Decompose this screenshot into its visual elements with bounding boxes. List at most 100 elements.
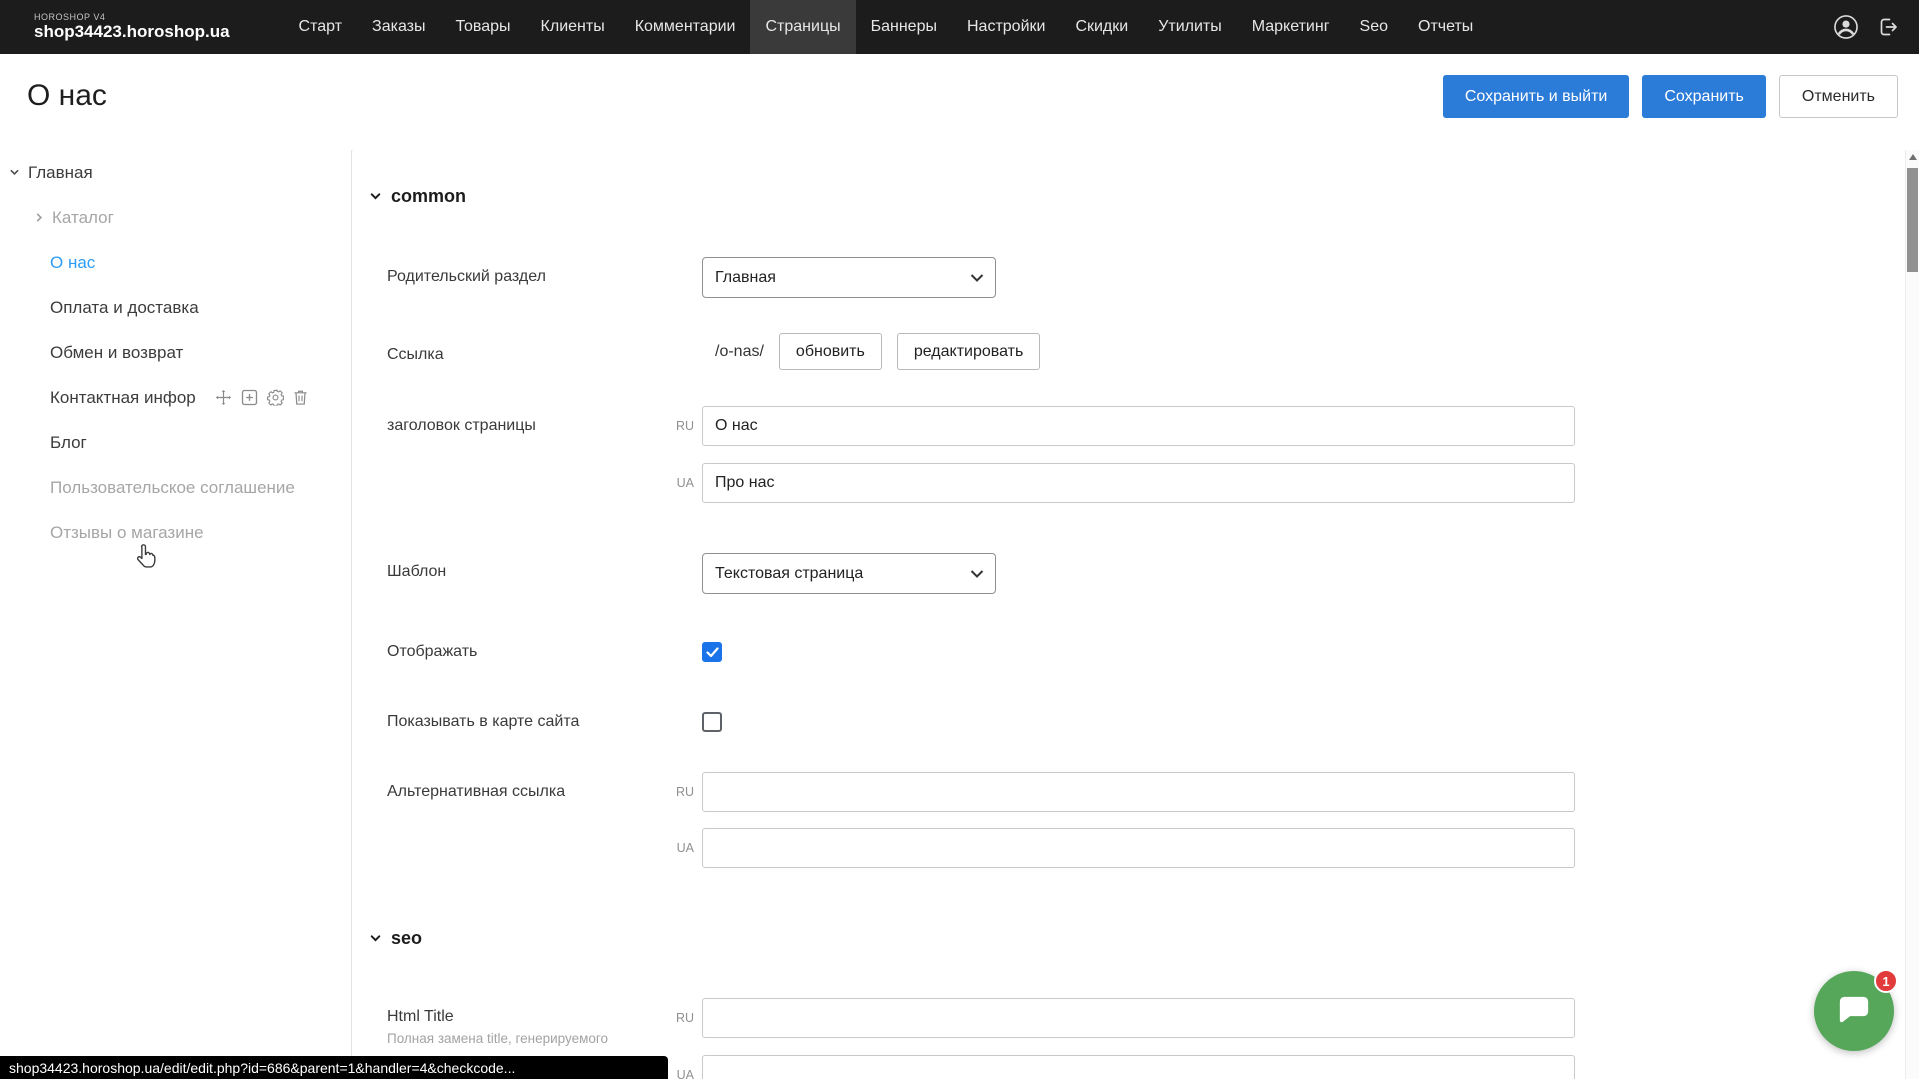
nav-settings[interactable]: Настройки (952, 0, 1060, 54)
lang-ru-badge: RU (653, 419, 694, 433)
header-actions: Сохранить и выйти Сохранить Отменить (1443, 75, 1898, 118)
nav-utilities[interactable]: Утилиты (1143, 0, 1237, 54)
nav-products[interactable]: Товары (441, 0, 526, 54)
html-title-ua-input[interactable] (702, 1055, 1575, 1079)
nav-reports[interactable]: Отчеты (1403, 0, 1488, 54)
sidebar-item-catalog[interactable]: Каталог (0, 195, 351, 240)
nav-start[interactable]: Старт (284, 0, 357, 54)
link-path: /o-nas/ (702, 343, 764, 361)
brand-domain: shop34423.horoshop.ua (34, 22, 230, 42)
browser-status-bar: shop34423.horoshop.ua/edit/edit.php?id=6… (0, 1056, 668, 1079)
nav-comments[interactable]: Комментарии (620, 0, 751, 54)
chat-unread-badge: 1 (1874, 969, 1898, 993)
chat-bubble-icon (1836, 994, 1872, 1028)
template-label: Шаблон (387, 563, 446, 581)
lang-ua-badge: UA (653, 841, 694, 855)
alt-link-label: Альтернативная ссылка (387, 783, 565, 801)
topbar: HOROSHOP V4 shop34423.horoshop.ua Старт … (0, 0, 1919, 54)
chat-launcher-button[interactable]: 1 (1814, 971, 1894, 1051)
chevron-down-icon (369, 932, 382, 945)
sitemap-checkbox[interactable] (702, 712, 722, 732)
sidebar-item-label: Пользовательское соглашение (50, 478, 295, 498)
logout-icon[interactable] (1875, 14, 1901, 40)
nav-seo[interactable]: Seo (1345, 0, 1403, 54)
chevron-right-icon (34, 212, 45, 223)
sidebar-item-label: Обмен и возврат (50, 343, 183, 363)
sidebar-item-label: Оплата и доставка (50, 298, 199, 318)
link-label: Ссылка (387, 346, 444, 364)
html-title-label: Html Title (387, 1008, 454, 1026)
sidebar-item-label: Блог (50, 433, 87, 453)
parent-section-select[interactable]: Главная (702, 257, 996, 298)
link-refresh-button[interactable]: обновить (779, 333, 882, 370)
brand[interactable]: HOROSHOP V4 shop34423.horoshop.ua (34, 12, 230, 42)
display-label: Отображать (387, 643, 477, 661)
chevron-down-icon (369, 190, 382, 203)
sidebar-item-user-agreement[interactable]: Пользовательское соглашение (0, 465, 351, 510)
scrollbar-thumb[interactable] (1907, 168, 1918, 272)
sidebar-item-home[interactable]: Главная (0, 150, 351, 195)
check-icon (706, 647, 719, 658)
section-title: seo (391, 928, 422, 949)
topbar-icons (1833, 14, 1901, 40)
nav-clients[interactable]: Клиенты (526, 0, 620, 54)
section-title: common (391, 186, 466, 207)
sidebar-item-about[interactable]: О нас (0, 240, 351, 285)
page-title-ru-input[interactable] (702, 406, 1575, 446)
cancel-button[interactable]: Отменить (1779, 75, 1898, 118)
account-icon[interactable] (1833, 14, 1859, 40)
section-seo[interactable]: seo (369, 928, 422, 949)
page-title: О нас (27, 79, 107, 113)
page-edit-form: common Родительский раздел Главная Ссылк… (353, 150, 1905, 1079)
display-checkbox[interactable] (702, 642, 722, 662)
status-url: shop34423.horoshop.ua/edit/edit.php?id=6… (9, 1060, 515, 1076)
vertical-scrollbar[interactable] (1905, 150, 1919, 1079)
pages-tree-sidebar: Главная Каталог О нас Оплата и доставка … (0, 150, 352, 1079)
page-header: О нас Сохранить и выйти Сохранить Отмени… (0, 54, 1919, 150)
settings-icon[interactable] (267, 389, 284, 406)
sidebar-item-label: Контактная инфор (50, 388, 196, 408)
link-row: /o-nas/ обновить редактировать (702, 333, 1040, 370)
chevron-down-icon (970, 569, 984, 578)
scroll-up-arrow-icon[interactable] (1909, 154, 1917, 160)
chevron-down-icon (970, 273, 984, 282)
delete-icon[interactable] (293, 389, 308, 406)
html-title-ru-input[interactable] (702, 998, 1575, 1038)
nav-pages[interactable]: Страницы (750, 0, 855, 54)
sidebar-item-label: Отзывы о магазине (50, 523, 204, 543)
parent-section-label: Родительский раздел (387, 268, 546, 286)
nav-discounts[interactable]: Скидки (1060, 0, 1143, 54)
sidebar-item-label: Каталог (52, 208, 114, 228)
lang-ru-badge: RU (653, 785, 694, 799)
section-common[interactable]: common (369, 186, 466, 207)
select-value: Текстовая страница (715, 565, 863, 583)
sitemap-label: Показывать в карте сайта (387, 713, 579, 731)
top-navigation: Старт Заказы Товары Клиенты Комментарии … (284, 0, 1489, 54)
select-value: Главная (715, 269, 776, 287)
move-icon[interactable] (215, 389, 232, 406)
add-icon[interactable] (241, 389, 258, 406)
template-select[interactable]: Текстовая страница (702, 553, 996, 594)
nav-orders[interactable]: Заказы (357, 0, 440, 54)
sidebar-item-exchange-return[interactable]: Обмен и возврат (0, 330, 351, 375)
alt-link-ua-input[interactable] (702, 828, 1575, 868)
sidebar-item-label: О нас (50, 253, 95, 273)
save-and-exit-button[interactable]: Сохранить и выйти (1443, 75, 1630, 118)
page-title-ua-input[interactable] (702, 463, 1575, 503)
nav-marketing[interactable]: Маркетинг (1237, 0, 1345, 54)
sidebar-item-store-reviews[interactable]: Отзывы о магазине (0, 510, 351, 555)
alt-link-ru-input[interactable] (702, 772, 1575, 812)
save-button[interactable]: Сохранить (1642, 75, 1766, 118)
row-hover-actions (215, 389, 308, 406)
sidebar-item-payment-delivery[interactable]: Оплата и доставка (0, 285, 351, 330)
nav-banners[interactable]: Баннеры (856, 0, 952, 54)
sidebar-item-label: Главная (28, 163, 93, 183)
link-edit-button[interactable]: редактировать (897, 333, 1040, 370)
page-title-field-label: заголовок страницы (387, 417, 536, 435)
html-title-hint: Полная замена title, генерируемого (387, 1031, 608, 1046)
sidebar-item-contact-info[interactable]: Контактная инфор (0, 375, 351, 420)
brand-version: HOROSHOP V4 (34, 12, 230, 22)
chevron-down-icon (9, 167, 20, 178)
sidebar-item-blog[interactable]: Блог (0, 420, 351, 465)
lang-ua-badge: UA (653, 476, 694, 490)
